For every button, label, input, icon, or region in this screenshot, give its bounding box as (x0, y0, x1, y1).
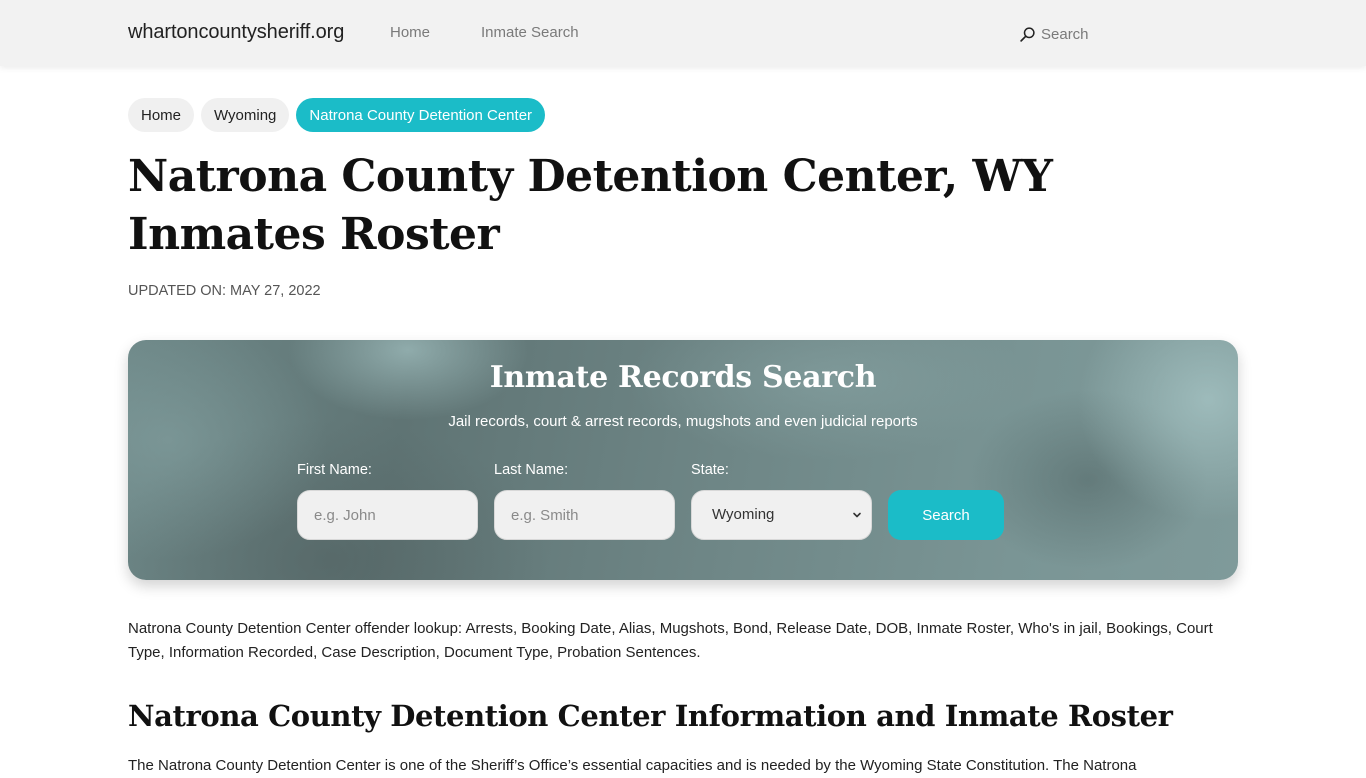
last-name-label: Last Name: (494, 462, 569, 478)
breadcrumb: Home Wyoming Natrona County Detention Ce… (128, 98, 546, 132)
updated-date: UPDATED ON: MAY 27, 2022 (128, 283, 321, 299)
first-name-input[interactable] (297, 490, 478, 540)
breadcrumb-home[interactable]: Home (128, 98, 195, 132)
state-label: State: (691, 462, 729, 478)
section-heading: Natrona County Detention Center Informat… (128, 699, 1173, 733)
first-name-label: First Name: (297, 462, 372, 478)
intro-paragraph: Natrona County Detention Center offender… (128, 620, 1213, 661)
breadcrumb-current[interactable]: Natrona County Detention Center (296, 98, 546, 132)
search-panel-subtitle: Jail records, court & arrest records, mu… (448, 413, 918, 430)
state-select[interactable]: Wyoming (691, 490, 872, 540)
last-name-input[interactable] (494, 490, 675, 540)
search-submit-button[interactable]: Search (888, 490, 1004, 540)
nav-link-home[interactable]: Home (390, 24, 430, 41)
breadcrumb-wyoming[interactable]: Wyoming (201, 98, 290, 132)
chevron-down-icon (853, 512, 861, 518)
section-paragraph: The Natrona County Detention Center is o… (128, 757, 1137, 774)
search-icon (1020, 26, 1035, 42)
page-title: Natrona County Detention Center, WY Inma… (128, 151, 1053, 260)
search-panel-title: Inmate Records Search (489, 360, 877, 395)
state-select-value: Wyoming (712, 506, 775, 523)
nav-link-inmate-search[interactable]: Inmate Search (481, 24, 579, 41)
inmate-search-panel: Inmate Records Search Jail records, cour… (128, 340, 1238, 580)
nav-search-label: Search (1041, 25, 1089, 43)
nav-search-button[interactable]: Search (1019, 23, 1089, 45)
top-navbar: whartoncountysheriff.org Home Inmate Sea… (0, 0, 1366, 66)
site-brand-link[interactable]: whartoncountysheriff.org (128, 21, 344, 44)
